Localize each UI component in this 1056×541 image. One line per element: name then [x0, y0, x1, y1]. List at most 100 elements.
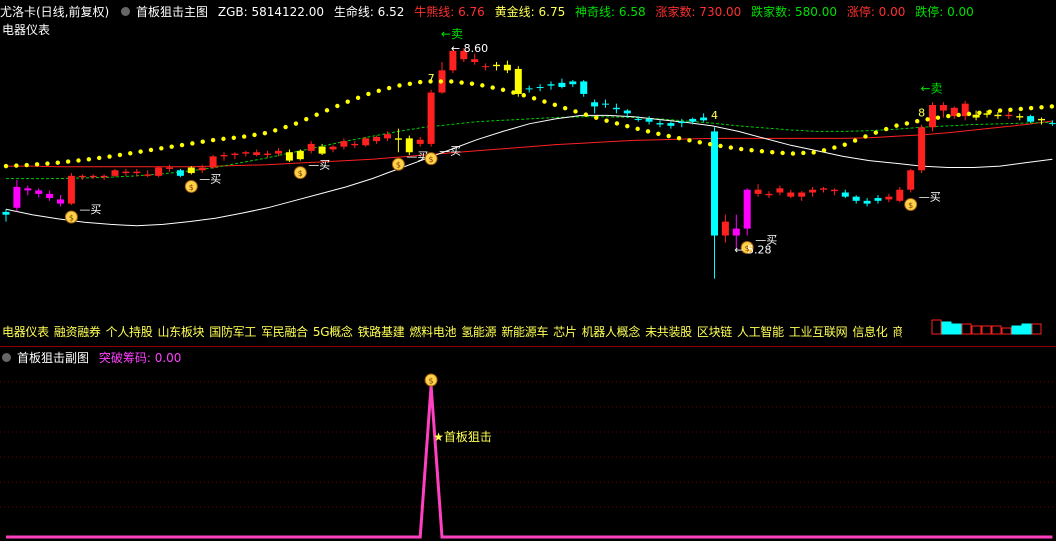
candle[interactable]: [362, 136, 370, 147]
candle[interactable]: [144, 170, 152, 178]
indicator-toggle-icon[interactable]: [121, 7, 131, 16]
candle[interactable]: [765, 191, 773, 199]
candle[interactable]: [231, 152, 239, 160]
concept-tag[interactable]: 未共装股: [645, 325, 692, 339]
candle[interactable]: [329, 145, 337, 153]
candle[interactable]: [907, 168, 915, 193]
candle[interactable]: [820, 186, 827, 193]
concept-tag[interactable]: 融资融券: [54, 325, 101, 339]
concept-tag[interactable]: 国防军工: [209, 325, 256, 339]
candle[interactable]: [166, 164, 173, 172]
candle[interactable]: [13, 180, 21, 212]
candle[interactable]: [253, 149, 261, 157]
candle[interactable]: [569, 80, 577, 87]
candle[interactable]: [78, 174, 86, 180]
concept-tag[interactable]: 氢能源: [461, 325, 496, 339]
candle[interactable]: [830, 188, 838, 196]
candle[interactable]: [1038, 117, 1045, 125]
candle[interactable]: [558, 78, 566, 89]
candle[interactable]: [656, 120, 664, 128]
candle[interactable]: [721, 214, 729, 243]
candle[interactable]: [602, 99, 609, 108]
concept-tag[interactable]: 工业互联网: [789, 325, 848, 339]
concept-tag[interactable]: 军民融合: [261, 325, 308, 339]
candle[interactable]: [939, 102, 947, 118]
candle[interactable]: [896, 186, 904, 203]
candle[interactable]: [1005, 110, 1013, 119]
candle[interactable]: [852, 195, 860, 204]
concept-tag[interactable]: 商业航天: [892, 325, 902, 339]
candle[interactable]: [885, 193, 893, 203]
candle[interactable]: [242, 150, 250, 157]
candle[interactable]: [482, 63, 490, 71]
concept-tag[interactable]: 山东板块: [157, 325, 204, 339]
candle[interactable]: [187, 166, 195, 175]
candle[interactable]: [351, 141, 359, 149]
candle[interactable]: [176, 168, 184, 178]
candle[interactable]: [776, 185, 784, 196]
candle[interactable]: [667, 121, 675, 129]
candle[interactable]: [57, 195, 64, 207]
candle[interactable]: [1027, 114, 1035, 124]
candle[interactable]: [100, 174, 108, 180]
concept-tag[interactable]: 机器人概念: [582, 325, 641, 339]
candle[interactable]: [155, 166, 163, 178]
candle[interactable]: [700, 113, 708, 122]
concept-tag[interactable]: 信息化: [852, 325, 887, 339]
candle[interactable]: [863, 198, 871, 207]
candle[interactable]: [547, 81, 555, 90]
sub-indicator-name[interactable]: 首板狙击副图: [17, 351, 89, 365]
main-indicator-name[interactable]: 首板狙击主图: [136, 5, 208, 19]
candle[interactable]: [296, 149, 304, 161]
candle[interactable]: [525, 85, 533, 93]
concept-tag[interactable]: 个人持股: [106, 325, 153, 339]
candle[interactable]: [536, 84, 544, 92]
candle[interactable]: [612, 103, 620, 114]
candle[interactable]: [493, 62, 500, 71]
pane-divider[interactable]: [0, 346, 1056, 347]
candle[interactable]: [133, 168, 141, 177]
candle[interactable]: [918, 124, 926, 174]
candle[interactable]: [307, 141, 315, 154]
candle[interactable]: [787, 189, 795, 199]
concept-tag[interactable]: 芯片: [553, 325, 577, 339]
candle[interactable]: [427, 89, 435, 147]
candle[interactable]: [994, 111, 1002, 119]
candle[interactable]: [929, 102, 936, 132]
candle[interactable]: [743, 188, 751, 236]
candlestick-chart[interactable]: $—买$—买 $—买 $—买 $—买$—买$—买7← 8.60←卖4← 5.288←卖: [0, 20, 1056, 340]
candle[interactable]: [503, 60, 511, 74]
concept-tag[interactable]: 5G概念: [313, 325, 353, 339]
candle[interactable]: [220, 152, 228, 161]
candle[interactable]: [591, 99, 599, 114]
candle[interactable]: [89, 174, 97, 179]
candle[interactable]: [2, 209, 10, 222]
candle[interactable]: [711, 127, 718, 279]
candle[interactable]: [809, 186, 817, 197]
candle[interactable]: [340, 138, 348, 150]
candle[interactable]: [874, 195, 882, 204]
concept-tag[interactable]: 人工智能: [737, 325, 784, 339]
candle[interactable]: [46, 190, 54, 201]
candle[interactable]: [209, 155, 217, 169]
candle[interactable]: [122, 168, 130, 176]
candle[interactable]: [264, 150, 272, 158]
concept-tag[interactable]: 铁路基建: [358, 325, 405, 339]
candle[interactable]: [24, 185, 32, 196]
candle[interactable]: [645, 116, 653, 125]
candle[interactable]: [35, 188, 43, 198]
candle[interactable]: [67, 173, 75, 205]
candle[interactable]: [798, 191, 806, 201]
concept-tag[interactable]: 电器仪表: [2, 325, 49, 339]
candle[interactable]: [438, 62, 446, 94]
candle[interactable]: [471, 53, 479, 65]
candle[interactable]: [394, 128, 402, 153]
concept-tag[interactable]: 区块链: [697, 325, 732, 339]
candle[interactable]: [416, 136, 424, 147]
candle[interactable]: [678, 118, 686, 128]
concept-tag[interactable]: 燃料电池: [409, 325, 456, 339]
sub-indicator-toggle-icon[interactable]: [2, 353, 11, 362]
candle[interactable]: [754, 184, 762, 197]
candle[interactable]: [961, 100, 969, 121]
candle[interactable]: [950, 106, 958, 119]
